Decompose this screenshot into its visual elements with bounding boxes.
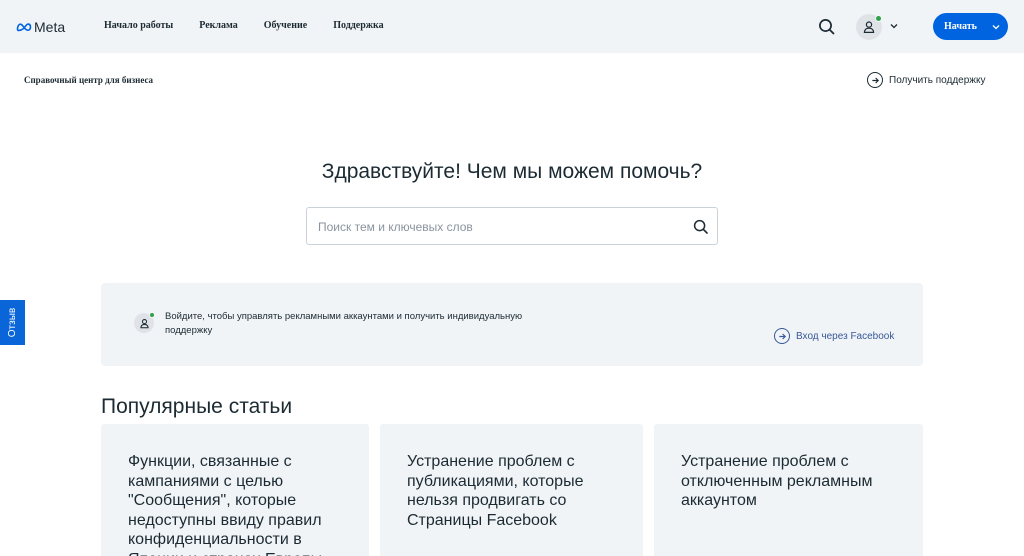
online-status-dot xyxy=(149,312,155,318)
header-search-button[interactable] xyxy=(816,16,838,38)
login-avatar xyxy=(134,312,155,333)
article-card-title: Устранение проблем с публикациями, котор… xyxy=(407,453,584,529)
logo-text: Meta xyxy=(34,19,66,35)
article-card[interactable]: Устранение проблем с отключенным рекламн… xyxy=(654,424,923,556)
help-center-title[interactable]: Справочный центр для бизнеса xyxy=(24,75,153,85)
get-support-link[interactable]: Получить поддержку xyxy=(867,72,985,88)
arrow-right-icon xyxy=(778,333,786,339)
search-icon xyxy=(819,19,835,35)
online-status-dot xyxy=(875,15,882,22)
arrow-circle xyxy=(867,72,883,88)
hero-title: Здравствуйте! Чем мы можем помочь? xyxy=(321,160,703,183)
top-navigation-bar: Meta Начало работы Реклама Обучение Подд… xyxy=(0,0,1024,53)
account-menu[interactable] xyxy=(856,14,904,40)
search-icon xyxy=(693,219,708,234)
nav-item-support[interactable]: Поддержка xyxy=(333,20,383,31)
popular-articles-title: Популярные статьи xyxy=(101,395,293,418)
start-button-label: Начать xyxy=(944,21,977,32)
facebook-login-link[interactable]: Вход через Facebook xyxy=(774,328,894,344)
login-prompt-text: Войдите, чтобы управлять рекламными акка… xyxy=(165,311,523,336)
user-icon xyxy=(139,318,149,328)
article-card-title: Функции, связанные с кампаниями с целью … xyxy=(128,453,322,556)
main-nav: Начало работы Реклама Обучение Поддержка xyxy=(104,20,384,31)
chevron-down-icon xyxy=(992,25,1000,30)
arrow-right-icon xyxy=(871,77,879,83)
facebook-login-label: Вход через Facebook xyxy=(796,330,895,342)
feedback-tab-label: Отзыв xyxy=(7,307,19,338)
get-support-label: Получить поддержку xyxy=(889,74,986,86)
chevron-down-icon xyxy=(890,24,898,29)
help-search-input[interactable] xyxy=(318,218,678,236)
help-search-box xyxy=(306,207,718,245)
meta-logo-icon xyxy=(16,23,32,32)
login-panel: Войдите, чтобы управлять рекламными акка… xyxy=(101,283,923,366)
article-card-title: Устранение проблем с отключенным рекламн… xyxy=(681,453,873,509)
article-card[interactable]: Устранение проблем с публикациями, котор… xyxy=(380,424,643,556)
nav-item-getting-started[interactable]: Начало работы xyxy=(104,20,173,31)
nav-item-advertising[interactable]: Реклама xyxy=(199,20,238,31)
user-icon xyxy=(863,21,875,33)
feedback-tab[interactable]: Отзыв xyxy=(0,300,25,345)
nav-item-learning[interactable]: Обучение xyxy=(264,20,307,31)
arrow-circle xyxy=(774,328,790,344)
meta-logo[interactable]: Meta xyxy=(16,17,65,37)
article-card[interactable]: Функции, связанные с кампаниями с целью … xyxy=(101,424,369,556)
start-button[interactable]: Начать xyxy=(933,13,1008,40)
help-search-submit[interactable] xyxy=(692,218,710,236)
